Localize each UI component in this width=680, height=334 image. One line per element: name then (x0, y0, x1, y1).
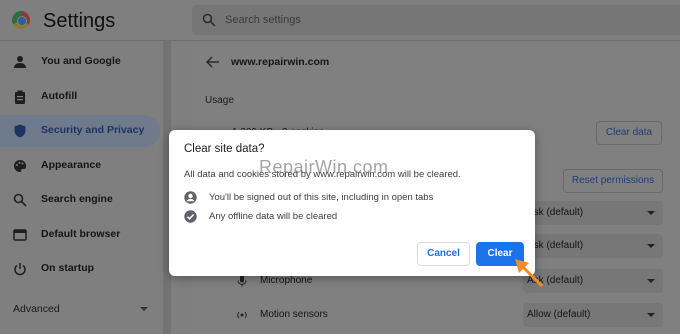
search-input[interactable]: Search settings (192, 5, 680, 35)
permission-label: Microphone (260, 275, 313, 286)
sidebar-advanced-toggle[interactable]: Advanced (13, 303, 60, 315)
dropdown-arrow-icon (647, 244, 655, 248)
permission-select-value: Ask (default) (527, 207, 584, 218)
permission-select[interactable]: Ask (default) (523, 234, 663, 258)
permission-label: Motion sensors (260, 309, 328, 320)
search-placeholder: Search settings (225, 14, 301, 26)
dialog-item-text: Any offline data will be cleared (209, 211, 338, 222)
search-icon (202, 13, 216, 27)
dropdown-arrow-icon (647, 313, 655, 317)
browser-icon (13, 229, 27, 241)
chrome-logo-icon (12, 11, 30, 29)
power-icon (14, 263, 26, 276)
sidebar-item-label: Autofill (41, 90, 78, 102)
site-title: www.repairwin.com (231, 56, 330, 68)
dialog-title: Clear site data? (184, 143, 265, 155)
usage-label: Usage (205, 95, 234, 106)
sidebar-item-appearance[interactable]: Appearance (0, 150, 163, 182)
chevron-down-icon[interactable] (140, 305, 148, 313)
sidebar-item-default-browser[interactable]: Default browser (0, 219, 163, 251)
clipboard-icon (15, 90, 25, 104)
back-arrow-icon[interactable] (206, 56, 220, 68)
cancel-button[interactable]: Cancel (417, 242, 470, 266)
dropdown-arrow-icon (647, 211, 655, 215)
dialog-item-text: You'll be signed out of this site, inclu… (209, 192, 434, 203)
sidebar: You and Google Autofill Security and Pri… (0, 41, 163, 334)
clear-data-button[interactable]: Clear data (596, 121, 662, 145)
shield-icon (14, 124, 26, 138)
permission-select[interactable]: Ask (default) (523, 201, 663, 225)
sidebar-item-search-engine[interactable]: Search engine (0, 184, 163, 216)
sidebar-item-label: Search engine (41, 193, 113, 205)
person-icon (14, 56, 26, 68)
reset-permissions-button[interactable]: Reset permissions (563, 169, 663, 193)
sidebar-item-you-and-google[interactable]: You and Google (0, 46, 163, 78)
dropdown-arrow-icon (647, 279, 655, 283)
sidebar-item-label: On startup (41, 262, 95, 274)
annotation-arrow-icon (515, 259, 544, 288)
sidebar-item-on-startup[interactable]: On startup (0, 253, 163, 285)
page-title: Settings (43, 10, 116, 32)
sensors-icon (237, 311, 247, 319)
search-icon (13, 193, 27, 207)
sidebar-item-label: Security and Privacy (41, 124, 145, 136)
permission-select[interactable]: Allow (default) (523, 303, 663, 327)
account-icon (184, 191, 197, 204)
microphone-icon (237, 275, 247, 287)
offline-check-icon (184, 210, 197, 223)
watermark: RepairWin.com (259, 157, 389, 177)
sidebar-item-security-and-privacy[interactable]: Security and Privacy (0, 115, 160, 147)
sidebar-item-label: You and Google (41, 55, 121, 67)
sidebar-item-label: Appearance (41, 159, 102, 171)
palette-icon (14, 159, 27, 172)
permission-select-value: Allow (default) (527, 309, 591, 320)
clear-site-data-dialog: Clear site data? All data and cookies st… (169, 130, 535, 276)
sidebar-item-label: Default browser (41, 228, 121, 240)
sidebar-item-autofill[interactable]: Autofill (0, 81, 163, 113)
permission-select-value: Ask (default) (527, 240, 584, 251)
top-bar: Settings Search settings (0, 0, 680, 41)
